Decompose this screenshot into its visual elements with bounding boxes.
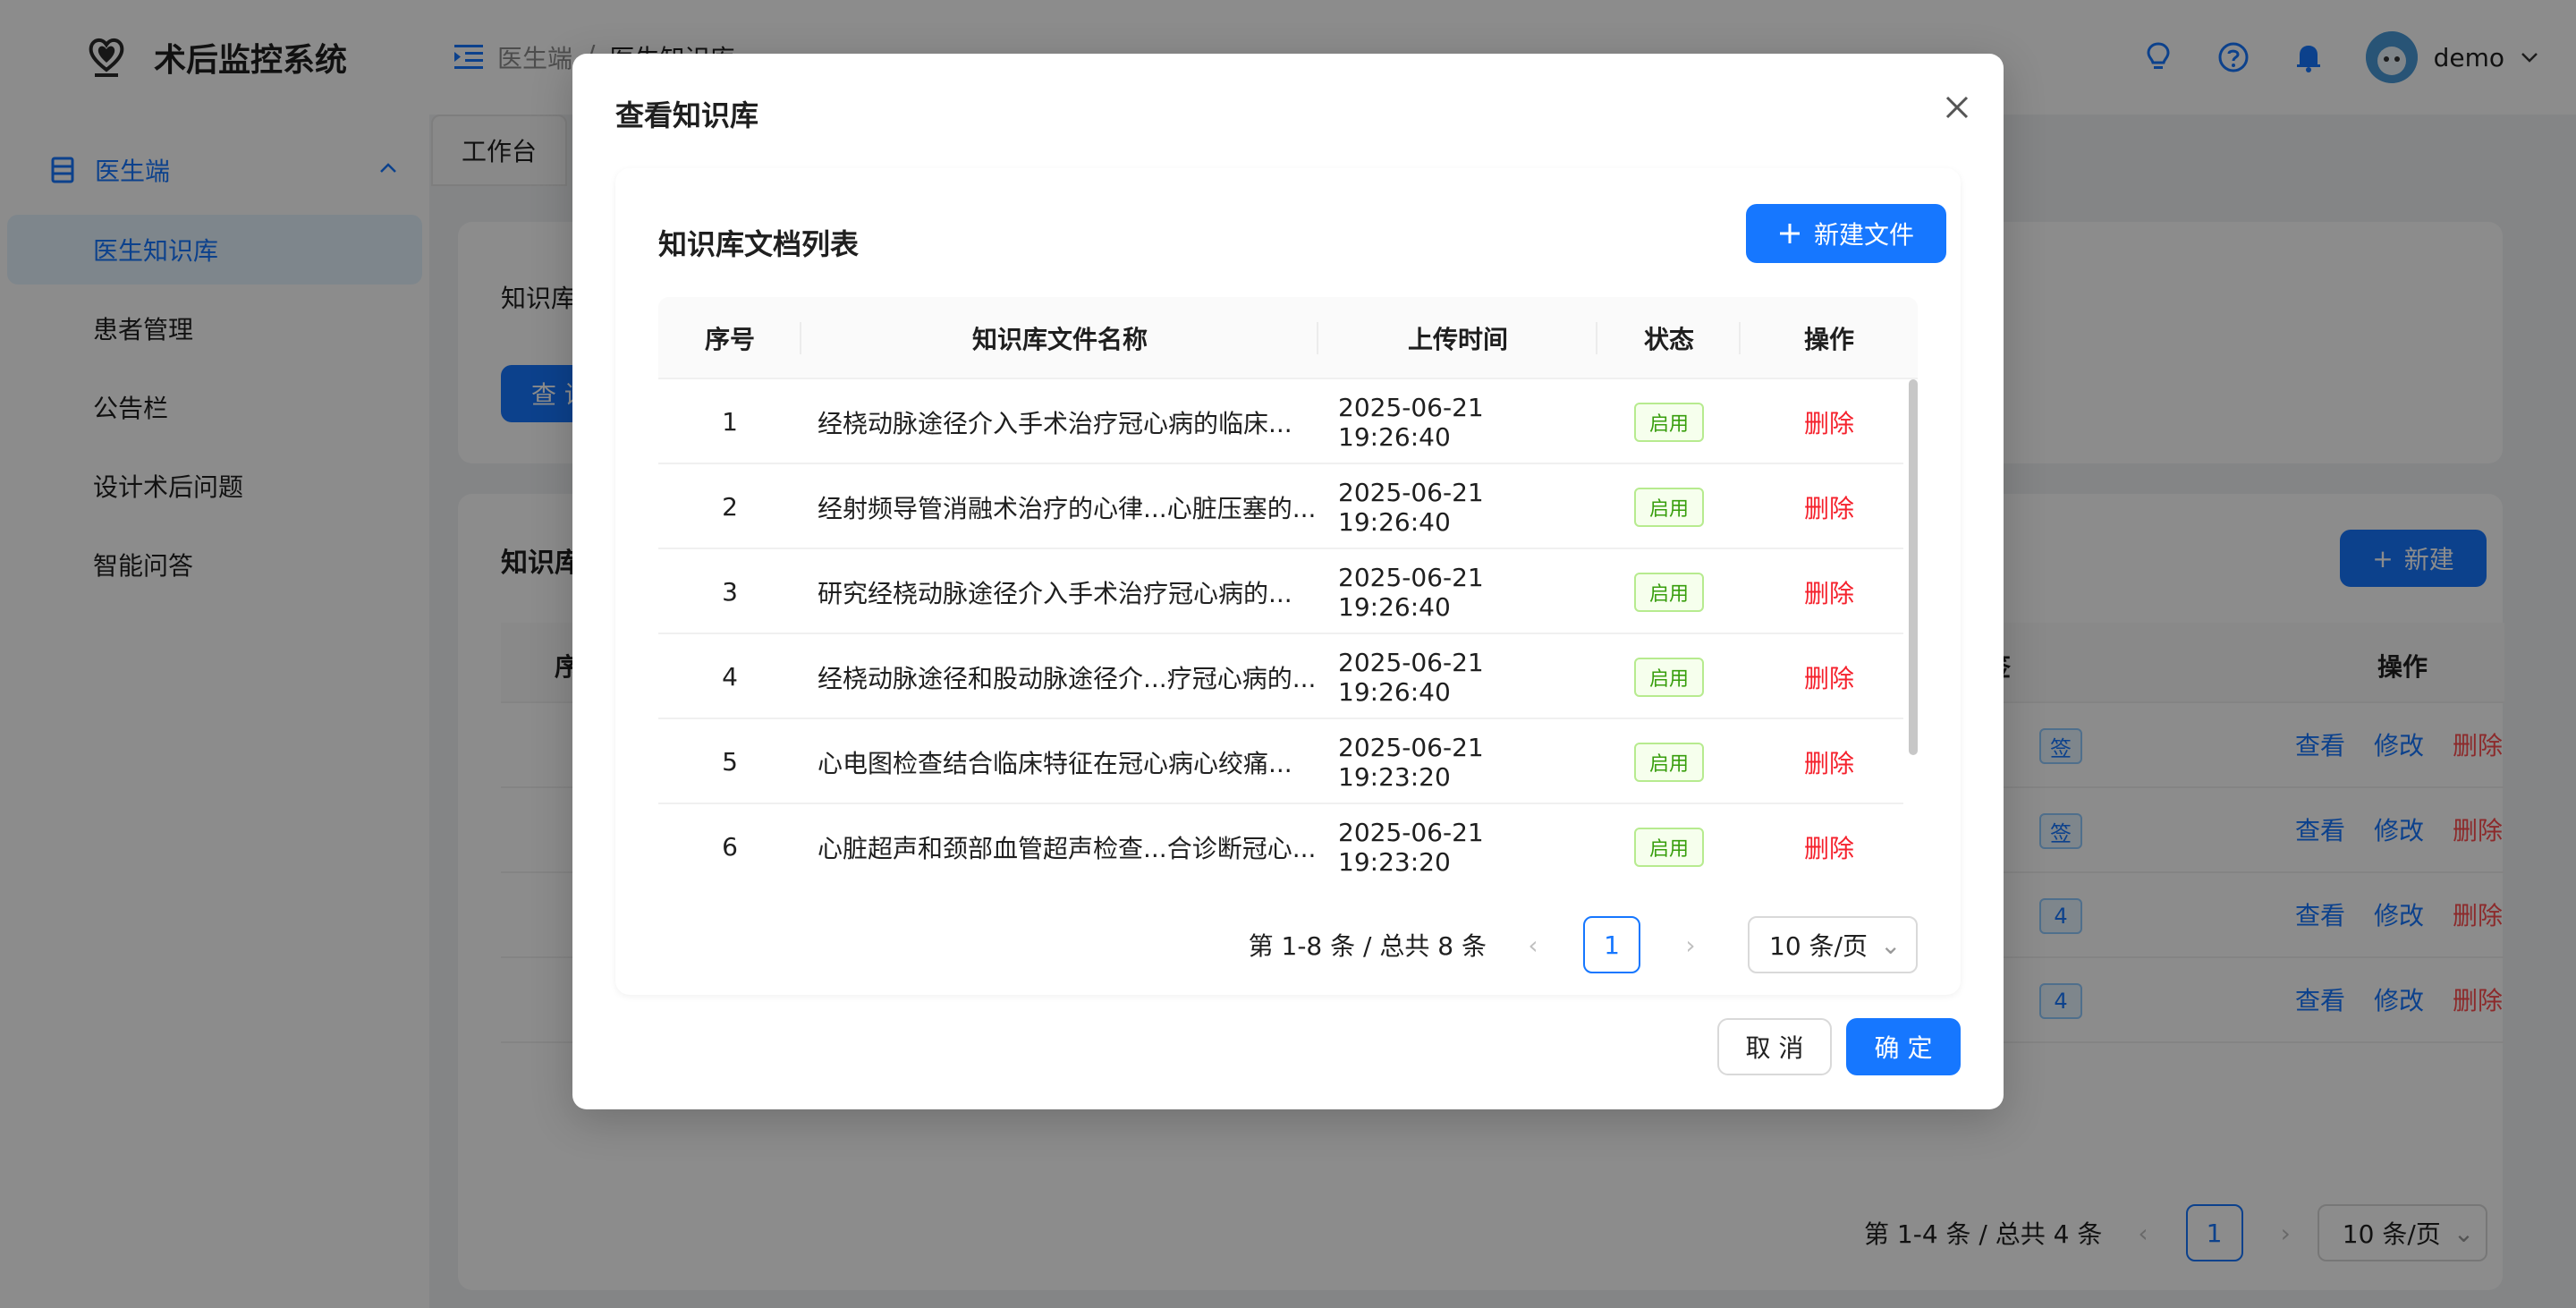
new-file-button-label: 新建文件 <box>1813 220 1914 250</box>
file-name: 经桡动脉途径和股动脉途径介...疗冠心病的... <box>818 663 1317 693</box>
row-index: 2 <box>722 492 738 522</box>
upload-time: 2025-06-21 19:26:40 <box>1338 392 1484 452</box>
table-body[interactable]: 1 经桡动脉途径介入手术治疗冠心病的临床... 2025-06-21 19:26… <box>658 379 1918 888</box>
modal-footer: 取 消 确 定 <box>1717 1018 1961 1075</box>
status-badge: 启用 <box>1634 487 1704 527</box>
plus-icon <box>1779 224 1800 243</box>
upload-time: 2025-06-21 19:26:40 <box>1338 647 1484 707</box>
delete-link[interactable]: 删除 <box>1741 464 1918 549</box>
document-table: 序号 知识库文件名称 上传时间 状态 操作 1 经桡动脉途径介入手术治疗冠心病的… <box>658 297 1918 877</box>
table-row: 2 经射频导管消融术治疗的心律...心脏压塞的... 2025-06-21 19… <box>658 464 1903 549</box>
status-badge: 启用 <box>1634 827 1704 867</box>
row-index: 1 <box>722 407 738 437</box>
status-badge: 启用 <box>1634 657 1704 697</box>
new-file-button[interactable]: 新建文件 <box>1746 204 1946 263</box>
table-header: 序号 知识库文件名称 上传时间 状态 操作 <box>658 297 1918 379</box>
document-list-title: 知识库文档列表 <box>658 227 860 261</box>
ok-button[interactable]: 确 定 <box>1846 1018 1961 1075</box>
file-name: 经桡动脉途径介入手术治疗冠心病的临床... <box>818 408 1292 438</box>
table-row: 1 经桡动脉途径介入手术治疗冠心病的临床... 2025-06-21 19:26… <box>658 379 1903 464</box>
delete-link[interactable]: 删除 <box>1741 719 1918 804</box>
page-size-select[interactable]: 10 条/页 ⌄ <box>1748 916 1918 973</box>
delete-link[interactable]: 删除 <box>1741 634 1918 719</box>
next-page-icon[interactable]: › <box>1680 930 1701 960</box>
page-number[interactable]: 1 <box>1583 916 1640 973</box>
upload-time: 2025-06-21 19:23:20 <box>1338 817 1484 877</box>
file-name: 心电图检查结合临床特征在冠心病心绞痛... <box>818 748 1292 778</box>
column-header: 上传时间 <box>1318 297 1597 379</box>
delete-link[interactable]: 删除 <box>1741 549 1918 634</box>
row-index: 3 <box>722 577 738 607</box>
delete-link[interactable]: 删除 <box>1741 804 1918 888</box>
table-row: 5 心电图检查结合临床特征在冠心病心绞痛... 2025-06-21 19:23… <box>658 719 1903 804</box>
row-index: 4 <box>722 662 738 692</box>
column-header: 操作 <box>1803 325 1854 354</box>
pagination-total: 第 1-8 条 / 总共 8 条 <box>1248 931 1487 961</box>
table-row: 3 研究经桡动脉途径介入手术治疗冠心病的... 2025-06-21 19:26… <box>658 549 1903 634</box>
file-name: 研究经桡动脉途径介入手术治疗冠心病的... <box>818 578 1292 608</box>
close-icon[interactable] <box>1939 89 1975 125</box>
table-row: 4 经桡动脉途径和股动脉途径介...疗冠心病的... 2025-06-21 19… <box>658 634 1903 719</box>
upload-time: 2025-06-21 19:23:20 <box>1338 732 1484 792</box>
status-badge: 启用 <box>1634 742 1704 782</box>
modal-title: 查看知识库 <box>615 98 759 132</box>
column-header: 序号 <box>658 297 801 379</box>
status-badge: 启用 <box>1634 572 1704 612</box>
chevron-down-icon: ⌄ <box>1879 930 1902 960</box>
status-badge: 启用 <box>1634 402 1704 442</box>
modal-pagination: 第 1-8 条 / 总共 8 条 ‹ 1 › 10 条/页 ⌄ <box>1249 916 1918 973</box>
upload-time: 2025-06-21 19:26:40 <box>1338 477 1484 537</box>
cancel-button[interactable]: 取 消 <box>1717 1018 1832 1075</box>
column-header: 知识库文件名称 <box>801 297 1318 379</box>
row-index: 6 <box>722 832 738 862</box>
table-scrollbar[interactable] <box>1909 379 1918 755</box>
page-size-value: 10 条/页 <box>1769 931 1868 961</box>
delete-link[interactable]: 删除 <box>1741 379 1918 464</box>
knowledge-base-modal: 查看知识库 知识库文档列表 新建文件 序号 知识库文件名称 上传时间 状态 操作… <box>572 54 2004 1109</box>
column-header: 状态 <box>1597 297 1741 379</box>
file-name: 经射频导管消融术治疗的心律...心脏压塞的... <box>818 493 1317 523</box>
prev-page-icon[interactable]: ‹ <box>1522 930 1544 960</box>
file-name: 心脏超声和颈部血管超声检查...合诊断冠心... <box>818 833 1317 863</box>
table-row: 6 心脏超声和颈部血管超声检查...合诊断冠心... 2025-06-21 19… <box>658 804 1903 888</box>
document-list-card: 知识库文档列表 新建文件 序号 知识库文件名称 上传时间 状态 操作 1 经桡动… <box>615 168 1961 995</box>
row-index: 5 <box>722 747 738 777</box>
upload-time: 2025-06-21 19:26:40 <box>1338 562 1484 622</box>
